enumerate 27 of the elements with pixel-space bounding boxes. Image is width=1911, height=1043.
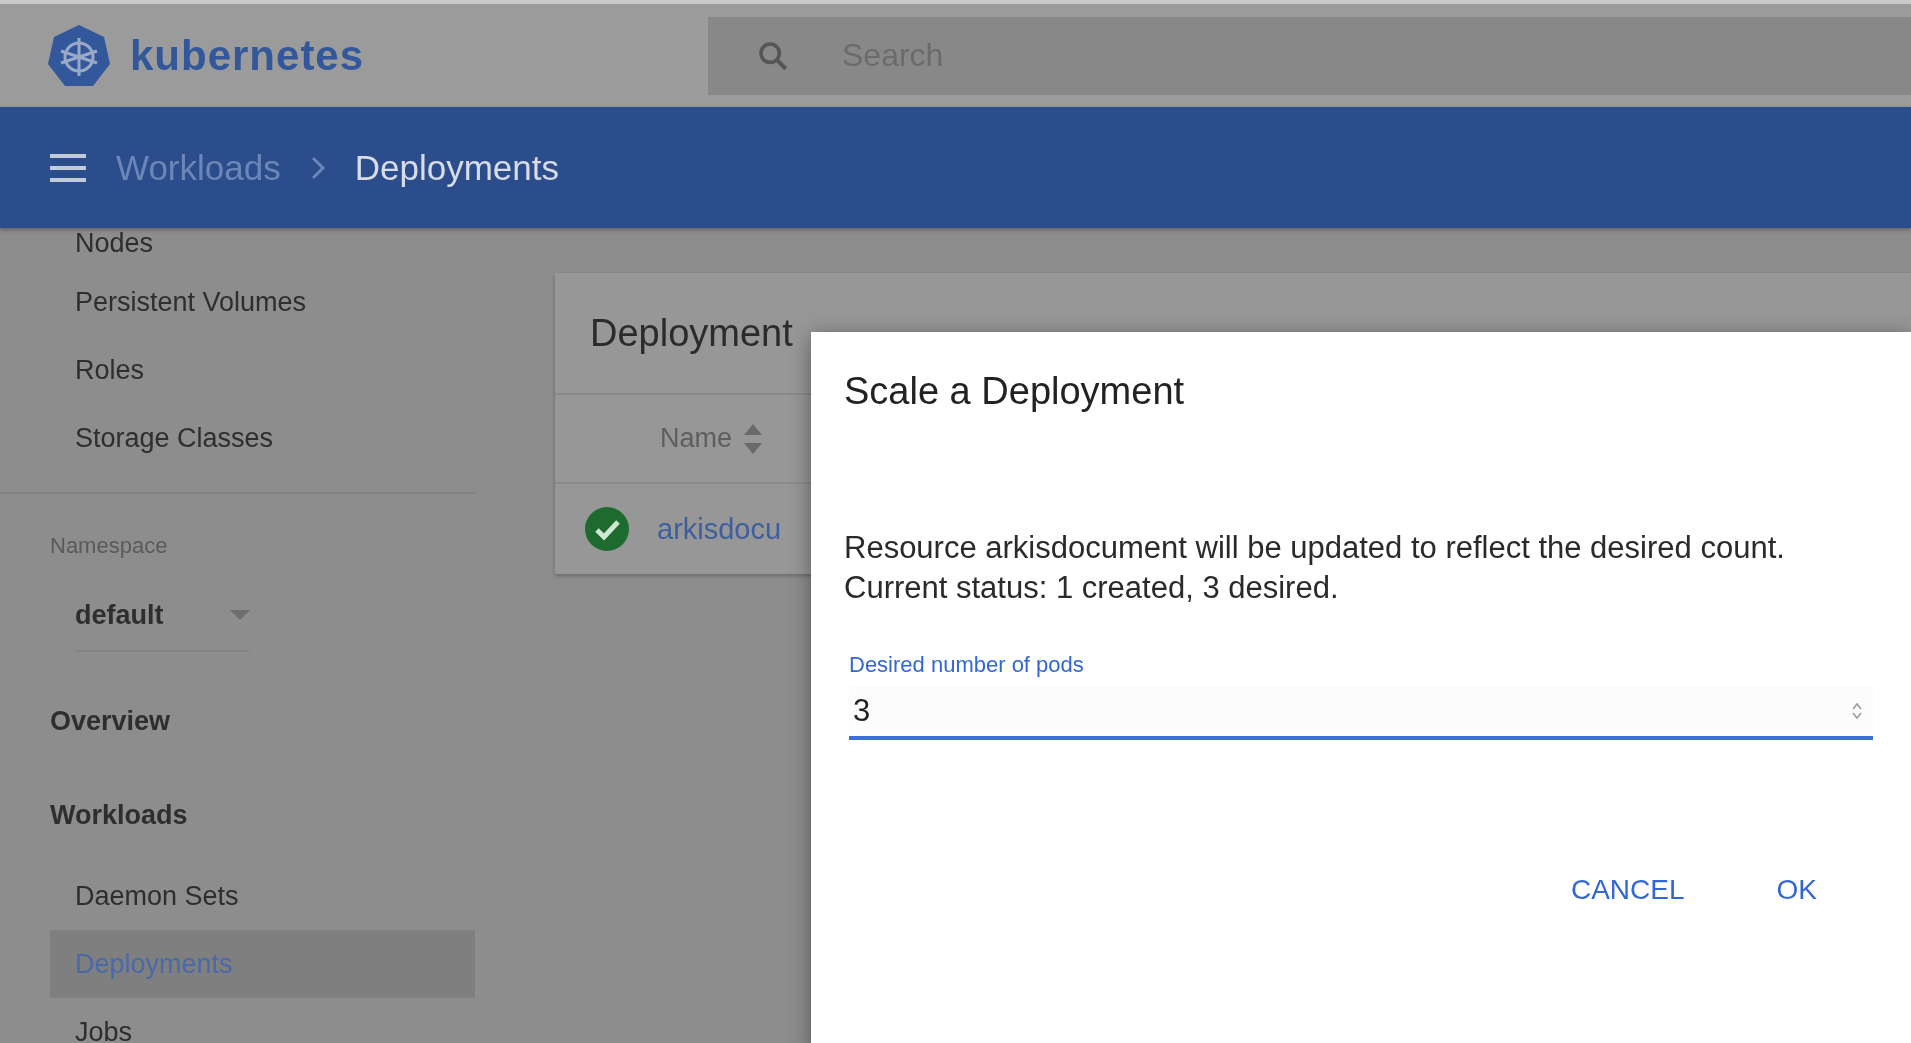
dialog-message: Current status: 1 created, 3 desired. xyxy=(844,569,1339,607)
cancel-button[interactable]: CANCEL xyxy=(1544,860,1711,920)
spinner-arrows-icon[interactable] xyxy=(1851,701,1863,721)
breadcrumb-item[interactable]: Workloads xyxy=(116,147,281,188)
sidebar-item[interactable]: Persistent Volumes xyxy=(50,268,475,336)
menu-icon[interactable] xyxy=(50,153,86,182)
deployment-link[interactable]: arkisdocu xyxy=(657,512,782,546)
namespace-select[interactable]: default xyxy=(75,580,250,652)
sidebar-section-title[interactable]: Workloads xyxy=(50,786,188,844)
logo-icon xyxy=(46,23,112,88)
column-header[interactable]: Name xyxy=(660,423,733,454)
field-label: Desired number of pods xyxy=(849,652,1084,678)
ok-button[interactable]: OK xyxy=(1750,860,1843,920)
sidebar-item[interactable]: Nodes xyxy=(0,228,475,268)
dialog-title: Scale a Deployment xyxy=(844,370,1185,413)
sidebar-item[interactable]: Roles xyxy=(50,336,475,404)
chevron-right-icon xyxy=(310,155,325,180)
logo-text: kubernetes xyxy=(130,31,365,80)
sidebar-item[interactable]: Storage Classes xyxy=(50,404,475,472)
breadcrumb-item: Deployments xyxy=(354,147,559,188)
sort-icon[interactable] xyxy=(744,423,763,454)
sidebar-section-title[interactable]: Overview xyxy=(50,692,171,750)
sidebar-item[interactable]: Daemon Sets xyxy=(50,862,475,930)
dropdown-caret-icon xyxy=(230,610,250,620)
sidebar-item[interactable]: Jobs xyxy=(50,998,475,1043)
card-title: Deployment xyxy=(590,311,793,355)
dialog-message: Resource arkisdocument will be updated to reflect the desired count. xyxy=(844,529,1785,567)
